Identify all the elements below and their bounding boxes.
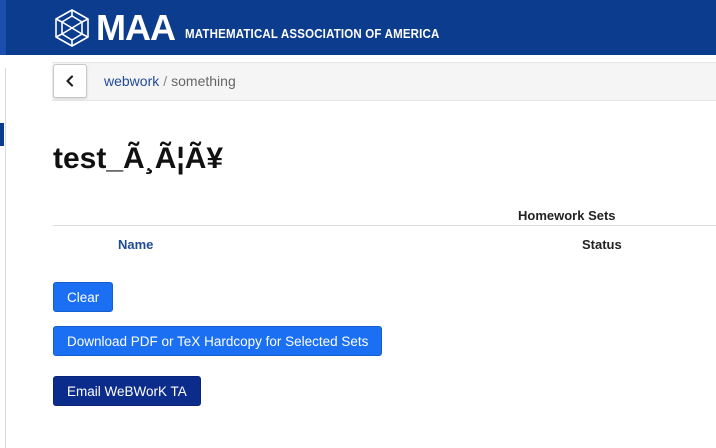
maa-logo[interactable]: MAA MATHEMATICAL ASSOCIATION OF AMERICA: [52, 7, 462, 49]
site-header: MAA MATHEMATICAL ASSOCIATION OF AMERICA: [0, 0, 716, 55]
email-ta-button[interactable]: Email WeBWorK TA: [53, 376, 201, 406]
table-divider: [53, 225, 716, 226]
maa-polyhedron-icon: [55, 9, 89, 47]
breadcrumb-current: something: [171, 73, 236, 89]
logo-mark-text: MAA: [96, 7, 176, 48]
page-title: test_Ã¸Ã¦Ã¥: [53, 142, 224, 175]
column-header-status: Status: [582, 237, 622, 252]
chevron-left-icon: [66, 75, 74, 87]
column-header-name[interactable]: Name: [118, 237, 153, 252]
back-button[interactable]: [53, 64, 87, 98]
breadcrumb-link-webwork[interactable]: webwork: [104, 73, 159, 89]
logo-full-name: MATHEMATICAL ASSOCIATION OF AMERICA: [184, 27, 440, 41]
table-caption: Homework Sets: [518, 208, 616, 223]
download-hardcopy-button[interactable]: Download PDF or TeX Hardcopy for Selecte…: [53, 326, 383, 356]
sidebar-active-indicator[interactable]: [0, 123, 4, 146]
header-edge-accent: [0, 0, 6, 55]
breadcrumb-separator: /: [163, 73, 168, 89]
breadcrumb: webwork / something: [104, 73, 236, 89]
clear-button[interactable]: Clear: [53, 282, 114, 312]
